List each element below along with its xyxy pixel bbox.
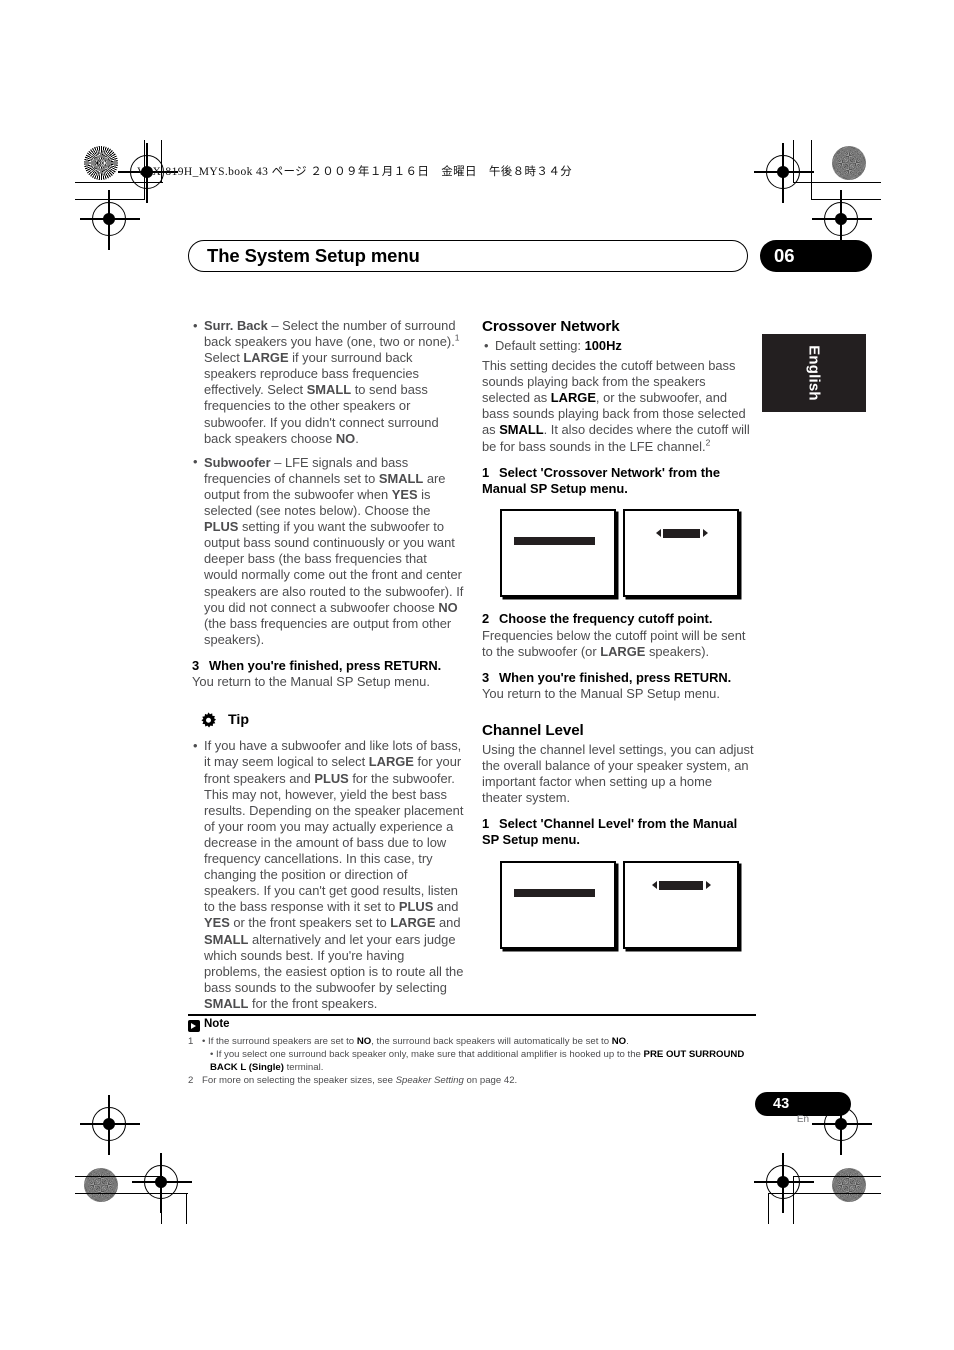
left-arrow-icon [656, 529, 661, 538]
page-number: 43 [773, 1096, 790, 1112]
registration-mark-tr-b [812, 190, 872, 250]
crossover-step-3-body: You return to the Manual SP Setup menu. [482, 686, 720, 702]
crossover-step-3-index: 3 [482, 670, 490, 686]
note-text: • If the surround speakers are set to NO… [202, 1036, 629, 1047]
crop-line [793, 1176, 881, 1178]
crossover-step-1-title: Select 'Crossover Network' from the Manu… [482, 464, 721, 497]
rosette-mark-bottom-left [84, 1168, 118, 1202]
crossover-step-2-title: Choose the frequency cutoff point. [499, 611, 713, 627]
crossover-step-3-heading: 3 When you're finished, press RETURN. [482, 670, 754, 686]
crop-line [75, 1176, 163, 1178]
note-icon [188, 1020, 200, 1032]
crossover-step-3-title: When you're finished, press RETURN. [499, 670, 732, 686]
osd-highlight-bar [514, 888, 595, 897]
tip-bullet-list: If you have a subwoofer and like lots of… [192, 738, 464, 1012]
crop-line [793, 182, 881, 184]
crossover-default-setting: Default setting: 100Hz [482, 337, 754, 354]
chapter-number-badge: 06 [760, 240, 872, 272]
crossover-step-2-index: 2 [482, 611, 490, 627]
crossover-step-1-index: 1 [482, 464, 490, 480]
right-column: Crossover Network Default setting: 100Hz… [482, 318, 754, 963]
step-3-heading: 3 When you're finished, press RETURN. [192, 658, 464, 674]
channel-level-step-1-index: 1 [482, 815, 490, 831]
osd-highlight-bar [514, 537, 595, 546]
channel-level-osd-illustrations [500, 860, 754, 953]
section-heading-channel-level: Channel Level [482, 721, 584, 739]
registration-mark-tr-a [754, 143, 814, 203]
list-item-surr-back: Surr. Back – Select the number of surrou… [192, 318, 464, 447]
note-text: For more on selecting the speaker sizes,… [202, 1074, 518, 1086]
crop-line [793, 1176, 795, 1224]
crop-line [75, 199, 145, 201]
note-block: Note 1 • If the surround speakers are set… [188, 1018, 768, 1088]
speaker-setting-bullet-list: Surr. Back – Select the number of surrou… [192, 318, 464, 648]
osd-screen-menu-list [500, 509, 616, 598]
note-item: • If you select one surround back speake… [188, 1049, 768, 1074]
note-text: • If you select one surround back speake… [210, 1049, 745, 1073]
page-title-bar: The System Setup menu [188, 240, 748, 272]
crop-line [811, 199, 881, 201]
crossover-step-2-heading: 2 Choose the frequency cutoff point. [482, 611, 754, 627]
list-item-subwoofer: Subwoofer – LFE signals and bass frequen… [192, 454, 464, 648]
osd-screen-menu-list [500, 860, 616, 949]
default-setting-value: 100Hz [584, 338, 622, 353]
crop-line [811, 140, 813, 200]
page-number-badge: 43 [755, 1092, 851, 1116]
note-marker: 2 [188, 1074, 194, 1086]
tip-heading: Tip [200, 712, 464, 732]
tip-label: Tip [228, 712, 250, 729]
default-setting-label: Default setting: [495, 338, 585, 353]
osd-screen-value-selector [623, 509, 739, 598]
note-heading: Note [188, 1018, 768, 1034]
crop-line [75, 1193, 188, 1195]
registration-mark-tl-b [80, 190, 140, 250]
note-marker: 1 [188, 1036, 194, 1047]
step-3-title: When you're finished, press RETURN. [209, 657, 442, 673]
rosette-mark-bottom-right [832, 1168, 866, 1202]
rosette-mark-top-right [832, 146, 866, 180]
crop-line [793, 140, 795, 183]
gear-icon [200, 712, 217, 729]
crossover-osd-illustrations [500, 509, 754, 601]
osd-value-bar [663, 529, 700, 539]
note-item: 2 For more on selecting the speaker sizes… [188, 1075, 768, 1088]
osd-value-bar [659, 880, 703, 890]
rosette-mark-top-left [84, 146, 118, 180]
crop-line [768, 1193, 770, 1224]
step-3-index: 3 [192, 657, 200, 673]
registration-mark-bl-a [80, 1095, 140, 1155]
chapter-number: 06 [774, 245, 795, 266]
page-title: The System Setup menu [207, 245, 420, 266]
note-item: 1 • If the surround speakers are set to N… [188, 1036, 768, 1049]
left-arrow-icon [652, 880, 657, 889]
crossover-step-1-heading: 1 Select 'Crossover Network' from the Man… [482, 465, 754, 498]
crop-line [768, 1193, 881, 1195]
step-3-body: You return to the Manual SP Setup menu. [192, 674, 430, 690]
right-arrow-icon [703, 529, 708, 538]
language-tab-label: English [805, 345, 823, 401]
language-tab: English [762, 334, 866, 412]
crop-line [186, 1193, 188, 1224]
channel-level-description: Using the channel level settings, you ca… [482, 741, 754, 805]
tip-item: If you have a subwoofer and like lots of… [192, 738, 464, 1012]
osd-screen-value-selector [623, 860, 739, 949]
crossover-description: This setting decides the cutoff between … [482, 358, 750, 454]
section-heading-crossover-network: Crossover Network [482, 318, 620, 335]
crossover-step-2-body: Frequencies below the cutoff point will … [482, 627, 746, 659]
channel-level-step-1-title: Select 'Channel Level' from the Manual S… [482, 815, 738, 848]
note-label: Note [204, 1018, 230, 1030]
channel-level-step-1-heading: 1 Select 'Channel Level' from the Manual … [482, 816, 754, 849]
note-divider [188, 1014, 756, 1017]
crop-line [75, 182, 163, 184]
right-arrow-icon [706, 880, 711, 889]
left-column: Surr. Back – Select the number of surrou… [192, 318, 464, 1020]
source-file-path: VSX-819H_MYS.book 43 ページ ２００９年１月１６日 金曜日 … [137, 166, 573, 178]
